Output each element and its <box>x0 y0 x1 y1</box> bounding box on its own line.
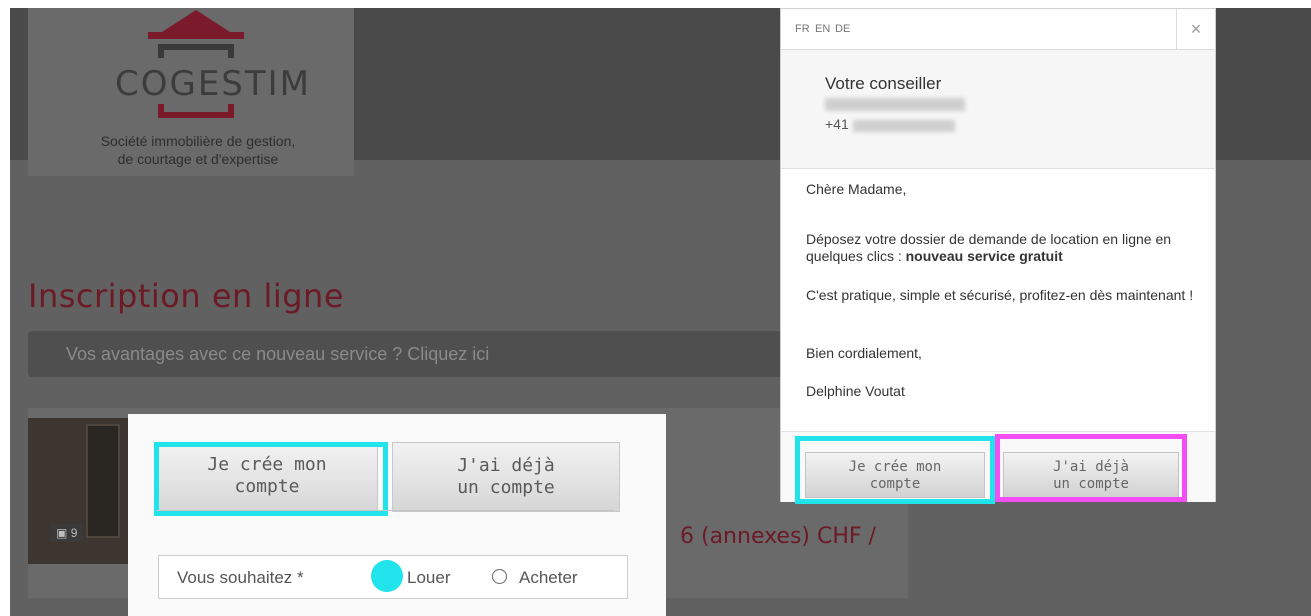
camera-icon: ▣ <box>56 526 68 540</box>
message-para1: Déposez votre dossier de demande de loca… <box>806 231 1196 265</box>
advisor-title: Votre conseiller <box>825 74 942 93</box>
logo-tagline-line2: de courtage et d'expertise <box>117 151 279 167</box>
photo-window <box>86 424 120 538</box>
highlight-create-button <box>795 436 995 504</box>
lang-fr[interactable]: FR <box>795 23 810 35</box>
page-title: Inscription en ligne <box>28 277 345 316</box>
para1-bold: nouveau service gratuit <box>905 248 1063 264</box>
greeting: Chère Madame, <box>806 181 907 197</box>
advisor-name-redacted <box>825 98 965 111</box>
photo-count-badge: ▣ 9 <box>50 524 84 542</box>
listing-photo[interactable]: ▣ 9 <box>28 418 138 564</box>
logo-roof-icon <box>162 10 230 32</box>
option-rent-label[interactable]: Louer <box>407 568 450 588</box>
logo-bracket-bottom <box>158 104 234 118</box>
radio-buy[interactable] <box>492 569 507 584</box>
highlight-existing-button <box>995 434 1187 502</box>
highlight-create-tab <box>154 442 388 516</box>
wish-label: Vous souhaitez * <box>177 568 304 587</box>
tab-existing-line2: un compte <box>457 477 555 498</box>
advisor-phone-prefix: +41 <box>825 116 849 132</box>
logo-bar <box>148 32 244 39</box>
advisor-modal: FR EN DE × Votre conseiller +41 Chère Ma… <box>780 8 1216 502</box>
tab-existing-account[interactable]: J'ai déjà un compte <box>392 442 620 512</box>
radio-rent[interactable] <box>371 560 403 592</box>
lang-en[interactable]: EN <box>815 23 830 35</box>
lang-de[interactable]: DE <box>835 23 850 35</box>
close-icon[interactable]: × <box>1176 9 1215 49</box>
form-zoom-panel: Je crée mon compte J'ai déjà un compte V… <box>128 414 666 616</box>
advantages-link[interactable]: Vos avantages avec ce nouveau service ? … <box>28 331 803 377</box>
tab-divider <box>156 510 614 511</box>
signature: Delphine Voutat <box>806 383 905 399</box>
advisor-block: Votre conseiller +41 <box>781 50 1215 169</box>
logo-tagline: Société immobilière de gestion, de court… <box>48 132 348 168</box>
photo-count: 9 <box>70 526 78 540</box>
message-para2: C'est pratique, simple et sécurisé, prof… <box>806 287 1194 303</box>
advisor-phone-redacted <box>853 120 955 132</box>
closing: Bien cordialement, <box>806 345 922 361</box>
logo[interactable]: COGESTIM Société immobilière de gestion,… <box>28 8 354 176</box>
modal-header: FR EN DE × <box>781 9 1215 50</box>
listing-price: 6 (annexes) CHF / <box>680 524 876 549</box>
logo-tagline-line1: Société immobilière de gestion, <box>100 133 296 149</box>
tab-existing-line1: J'ai déjà <box>457 455 555 476</box>
logo-wordmark: COGESTIM <box>114 64 312 104</box>
wish-field: Vous souhaitez * Louer Acheter <box>158 555 628 599</box>
logo-bracket-top <box>158 44 234 58</box>
option-buy-label[interactable]: Acheter <box>519 568 578 588</box>
